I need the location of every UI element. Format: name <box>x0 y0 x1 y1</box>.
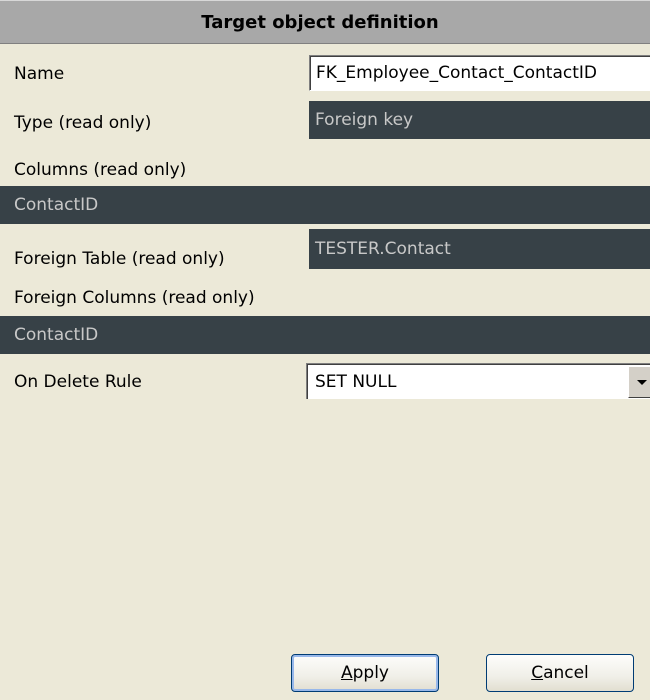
apply-button[interactable]: Apply <box>291 654 439 692</box>
on-delete-select[interactable]: SET NULL <box>306 363 650 399</box>
cancel-label-rest: ancel <box>543 663 589 683</box>
on-delete-value: SET NULL <box>315 371 397 392</box>
chevron-down-icon <box>636 379 647 385</box>
foreign-columns-field: ContactID <box>0 316 650 354</box>
apply-label-rest: pply <box>352 663 389 683</box>
foreign-table-label: Foreign Table (read only) <box>14 249 225 269</box>
cancel-mnemonic: C <box>531 663 544 683</box>
name-label: Name <box>14 64 65 84</box>
foreign-columns-label: Foreign Columns (read only) <box>14 288 255 308</box>
columns-label: Columns (read only) <box>14 160 187 180</box>
on-delete-dropdown-button[interactable] <box>628 366 650 398</box>
type-field: Foreign key <box>309 101 650 139</box>
panel-header: Target object definition <box>0 0 650 44</box>
panel-title: Target object definition <box>201 11 439 33</box>
name-input[interactable]: FK_Employee_Contact_ContactID <box>309 55 650 91</box>
cancel-button[interactable]: Cancel <box>486 654 634 692</box>
type-label: Type (read only) <box>14 113 152 133</box>
on-delete-label: On Delete Rule <box>14 372 142 392</box>
apply-mnemonic: A <box>340 663 353 683</box>
columns-field: ContactID <box>0 186 650 224</box>
foreign-table-field: TESTER.Contact <box>309 229 650 269</box>
